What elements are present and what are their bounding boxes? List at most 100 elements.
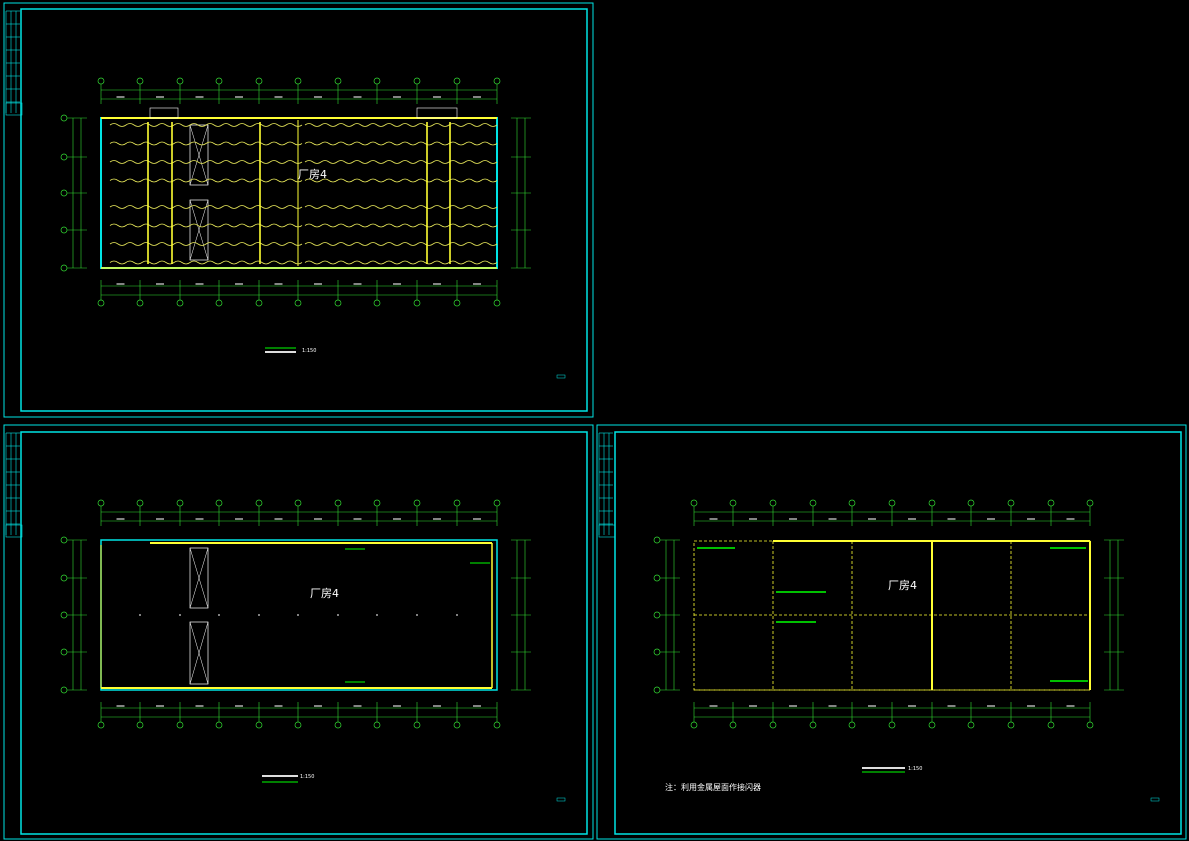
lighting-circuit: [109, 223, 303, 228]
axis-bubble: [176, 77, 184, 85]
sheet-number-tag: [556, 797, 566, 802]
axis-bubble: [848, 721, 856, 729]
scale-label-sheet3: 1:150: [908, 766, 922, 772]
axis-bubble: [294, 299, 302, 307]
axis-bubble: [809, 721, 817, 729]
axis-bubble: [294, 77, 302, 85]
axis-bubble: [60, 648, 68, 656]
axis-bubble: [334, 77, 342, 85]
axis-bubble: [255, 499, 263, 507]
lighting-circuit: [304, 123, 498, 127]
scale-label-sheet1: 1:150: [302, 348, 316, 354]
building-label-sheet2: 厂房4: [310, 587, 339, 600]
axis-bubble: [294, 721, 302, 729]
axis-bubble: [729, 499, 737, 507]
roof-outline: [693, 540, 1091, 691]
lighting-circuit: [304, 160, 498, 164]
axis-bubble: [97, 721, 105, 729]
axis-bubble: [255, 77, 263, 85]
axis-bubble: [413, 721, 421, 729]
axis-bubble: [928, 499, 936, 507]
lighting-circuit: [304, 260, 498, 265]
cad-drawing-canvas: 厂房4 1:150 厂房4 1:150 厂房4 1:150 注：利用金属屋面作接…: [3, 2, 1187, 840]
axis-bubble: [888, 721, 896, 729]
axis-bubble: [967, 499, 975, 507]
axis-bubble: [653, 648, 661, 656]
axis-bubble: [97, 499, 105, 507]
axis-bubble: [60, 114, 68, 122]
axis-bubble: [888, 499, 896, 507]
sheet-top-left: [3, 2, 594, 418]
axis-bubble: [690, 499, 698, 507]
axis-bubble: [255, 299, 263, 307]
axis-bubble: [176, 499, 184, 507]
axis-bubble: [60, 153, 68, 161]
axis-bubble: [1007, 499, 1015, 507]
building-label-sheet3: 厂房4: [888, 579, 917, 592]
axis-bubble: [928, 721, 936, 729]
axis-bubble: [373, 499, 381, 507]
entrance-canopy: [416, 107, 458, 119]
axis-bubble: [373, 77, 381, 85]
lighting-circuit: [109, 123, 303, 127]
axis-bubble: [373, 299, 381, 307]
axis-bubble: [493, 77, 501, 85]
axis-bubble: [60, 226, 68, 234]
axis-bubble: [136, 499, 144, 507]
axis-bubble: [176, 299, 184, 307]
axis-bubble: [967, 721, 975, 729]
axis-bubble: [1047, 721, 1055, 729]
lighting-circuit: [109, 242, 303, 246]
axis-bubble: [176, 721, 184, 729]
axis-bubble: [1047, 499, 1055, 507]
axis-bubble: [334, 299, 342, 307]
title-strip-box: [5, 102, 23, 116]
sheet-outer-border: [596, 424, 1187, 840]
axis-bubble: [60, 264, 68, 272]
lighting-circuit: [304, 178, 498, 183]
axis-bubble: [334, 499, 342, 507]
axis-bubble: [453, 299, 461, 307]
axis-bubble: [215, 721, 223, 729]
axis-bubble: [453, 499, 461, 507]
entrance-canopy: [149, 107, 179, 119]
sheet-bottom-left: [3, 424, 594, 840]
axis-bubble: [653, 611, 661, 619]
axis-bubble: [493, 299, 501, 307]
axis-bubble: [769, 721, 777, 729]
building-label-sheet1: 厂房4: [298, 168, 327, 181]
axis-bubble: [60, 686, 68, 694]
axis-bubble: [136, 77, 144, 85]
lighting-circuit: [109, 160, 303, 164]
axis-bubble: [653, 536, 661, 544]
lighting-circuit: [109, 260, 303, 265]
axis-bubble: [334, 721, 342, 729]
axis-bubble: [453, 77, 461, 85]
axis-bubble: [60, 189, 68, 197]
axis-bubble: [413, 299, 421, 307]
lighting-circuit: [304, 141, 498, 146]
title-strip-box: [5, 524, 23, 538]
axis-bubble: [769, 499, 777, 507]
axis-bubble: [136, 721, 144, 729]
sheet-number-tag: [1150, 797, 1160, 802]
axis-bubble: [413, 77, 421, 85]
sheet-inner-border: [614, 431, 1182, 835]
lighting-circuit: [109, 178, 303, 183]
axis-bubble: [215, 299, 223, 307]
axis-bubble: [1086, 721, 1094, 729]
axis-bubble: [215, 77, 223, 85]
axis-bubble: [653, 574, 661, 582]
axis-bubble: [215, 499, 223, 507]
axis-bubble: [493, 721, 501, 729]
axis-bubble: [294, 499, 302, 507]
axis-bubble: [97, 299, 105, 307]
axis-bubble: [136, 299, 144, 307]
axis-bubble: [653, 686, 661, 694]
lighting-circuit: [109, 141, 303, 146]
axis-bubble: [690, 721, 698, 729]
title-strip-box: [598, 524, 616, 538]
sheet-bottom-right: [596, 424, 1187, 840]
scale-label-sheet2: 1:150: [300, 774, 314, 780]
axis-bubble: [413, 499, 421, 507]
